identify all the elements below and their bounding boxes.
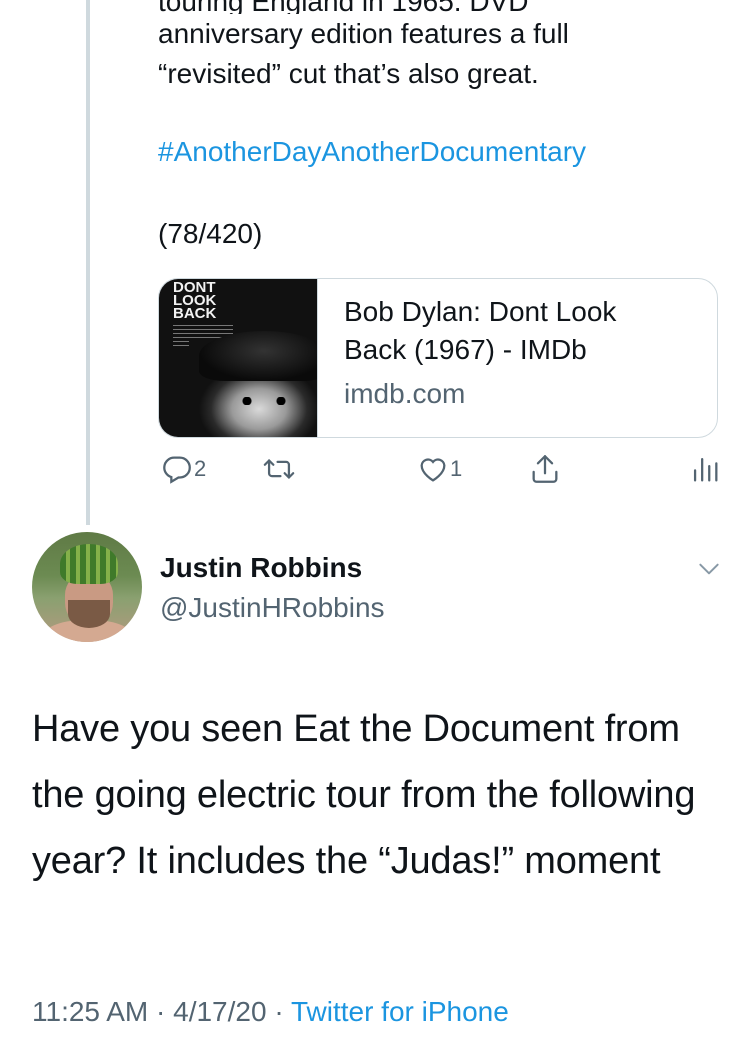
tweet-text-partial-line: touring England in 1965. DVD xyxy=(158,0,718,14)
poster-eyes xyxy=(235,397,295,405)
poster-title: DONT LOOK BACK xyxy=(173,279,217,322)
tweet-time: 11:25 AM xyxy=(32,996,149,1027)
share-icon xyxy=(532,455,558,483)
tweet-text: touring England in 1965. DVD anniversary… xyxy=(158,0,718,94)
avatar-watermelon-helmet xyxy=(60,544,118,584)
reply-count: 2 xyxy=(194,456,207,481)
analytics-button[interactable] xyxy=(688,452,722,486)
poster-hair xyxy=(199,331,317,381)
author-handle[interactable]: @JustinHRobbins xyxy=(160,592,385,624)
tweet-text-line: anniversary edition features a full xyxy=(158,18,569,49)
like-button[interactable]: 1 xyxy=(416,452,462,486)
share-button[interactable] xyxy=(528,452,562,486)
like-count: 1 xyxy=(450,456,463,481)
tweet-source-link[interactable]: Twitter for iPhone xyxy=(291,996,509,1027)
reply-icon xyxy=(163,456,191,484)
tweet-metadata: 11:25 AM · 4/17/20 · Twitter for iPhone xyxy=(32,996,509,1028)
chevron-down-icon[interactable] xyxy=(696,556,722,582)
tweet-date: 4/17/20 xyxy=(173,996,267,1027)
retweet-button[interactable] xyxy=(262,452,296,486)
analytics-icon xyxy=(693,457,718,482)
tweet-actions: 2 1 xyxy=(158,452,718,492)
thread-counter: (78/420) xyxy=(158,218,263,249)
meta-separator: · xyxy=(156,996,166,1027)
tweet-text-line: “revisited” cut that’s also great. xyxy=(158,58,539,89)
author-name[interactable]: Justin Robbins xyxy=(160,552,362,584)
like-icon xyxy=(420,458,446,482)
avatar-beard xyxy=(68,600,110,628)
link-preview-card[interactable]: DONT LOOK BACK Bob Dylan: Dont Look Back… xyxy=(158,278,718,438)
reply-button[interactable]: 2 xyxy=(160,452,206,486)
card-body[interactable]: Bob Dylan: Dont Look Back (1967) - IMDb … xyxy=(318,279,684,437)
card-title: Bob Dylan: Dont Look Back (1967) - IMDb xyxy=(344,296,617,365)
thread-connector-line xyxy=(86,0,90,525)
meta-separator: · xyxy=(274,996,284,1027)
avatar[interactable] xyxy=(32,532,142,642)
tweet-main-text: Have you seen Eat the Document from the … xyxy=(32,708,696,882)
hashtag-link[interactable]: #AnotherDayAnotherDocumentary xyxy=(158,136,586,168)
card-thumbnail[interactable]: DONT LOOK BACK xyxy=(159,279,318,437)
card-domain: imdb.com xyxy=(344,378,466,409)
retweet-icon xyxy=(263,459,295,479)
